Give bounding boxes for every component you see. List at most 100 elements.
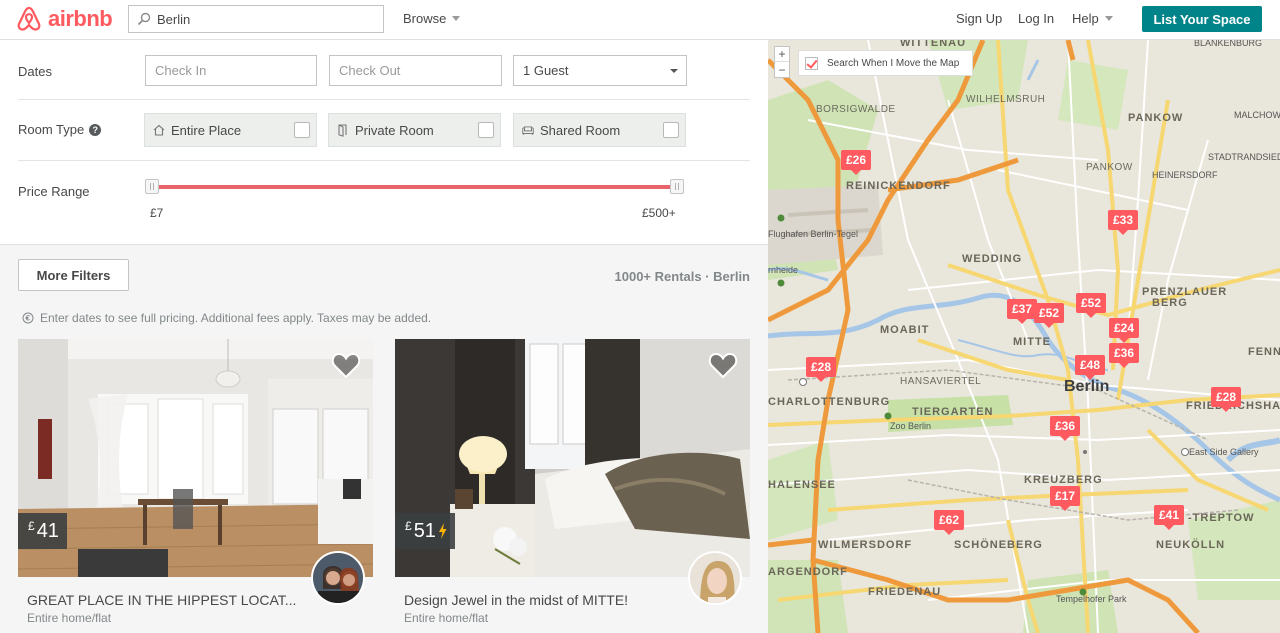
host-avatar[interactable] xyxy=(688,551,742,605)
map-label: WITTENAU xyxy=(900,40,967,49)
divider xyxy=(18,99,750,100)
zoom-out-button[interactable]: − xyxy=(775,62,789,77)
sign-up-link[interactable]: Sign Up xyxy=(956,11,1002,26)
map-label: STADTRANDSIEDLUNG xyxy=(1208,152,1280,162)
home-icon xyxy=(153,124,165,136)
map-price-pin[interactable]: £62 xyxy=(934,510,965,535)
map-label: REINICKENDORF xyxy=(846,180,951,192)
room-type-shared-room[interactable]: Shared Room xyxy=(513,113,686,147)
filters-panel: Dates Check In Check Out 1 Guest Room Ty… xyxy=(0,40,768,245)
host-photo xyxy=(313,553,363,603)
map-label: FRIEDENAU xyxy=(868,586,942,598)
airbnb-logo-icon xyxy=(17,6,41,31)
divider xyxy=(18,160,750,161)
browse-label: Browse xyxy=(403,11,447,26)
search-icon xyxy=(137,12,151,26)
map-price-pin[interactable]: £24 xyxy=(1109,318,1140,343)
map-price-pin[interactable]: £26 xyxy=(841,150,872,175)
map-label: MITTE xyxy=(1013,336,1051,348)
list-your-space-button[interactable]: List Your Space xyxy=(1142,6,1262,32)
listing-title[interactable]: GREAT PLACE IN THE HIPPEST LOCAT... xyxy=(27,592,296,608)
heart-icon[interactable] xyxy=(331,351,361,379)
map-label: MOABIT xyxy=(880,324,930,336)
map-label: ARGENDORF xyxy=(768,566,848,578)
help-icon[interactable]: ? xyxy=(89,123,102,136)
entire-place-checkbox[interactable] xyxy=(294,122,310,138)
guests-value: 1 Guest xyxy=(523,63,569,78)
map-label: Tempelhofer Park xyxy=(1056,594,1127,604)
guests-select[interactable]: 1 Guest xyxy=(513,55,687,86)
map-price-pin[interactable]: £33 xyxy=(1108,210,1139,235)
door-icon xyxy=(338,124,347,137)
map-label: HALENSEE xyxy=(768,479,836,491)
help-label: Help xyxy=(1072,11,1099,26)
search-when-move-toggle[interactable]: Search When I Move the Map xyxy=(798,50,973,76)
map-price-pin[interactable]: £41 xyxy=(1154,505,1185,530)
listing-photo[interactable]: £ 51 xyxy=(395,339,750,577)
listing-photo-image xyxy=(18,339,373,577)
map-label: PANKOW xyxy=(1086,162,1133,173)
price-max-handle[interactable] xyxy=(670,179,684,194)
map-panel[interactable]: WITTENAU BLANKENBURG BORSIGWALDE WILHELM… xyxy=(768,40,1280,633)
map-price-pin[interactable]: £36 xyxy=(1109,343,1140,368)
map-label: BORSIGWALDE xyxy=(816,104,896,115)
room-type-label-text: Private Room xyxy=(355,122,434,138)
listing-photo[interactable]: £ 41 xyxy=(18,339,373,577)
room-type-private-room[interactable]: Private Room xyxy=(328,113,501,147)
map-price-pin[interactable]: £28 xyxy=(1211,387,1242,412)
room-type-entire-place[interactable]: Entire Place xyxy=(144,113,317,147)
map-price-pin[interactable]: £36 xyxy=(1050,416,1081,441)
zoom-in-button[interactable]: + xyxy=(775,47,789,62)
map-label: Flughafen Berlin-Tegel xyxy=(768,229,859,239)
map-label: -TREPTOW xyxy=(1188,512,1255,524)
price-note: Enter dates to see full pricing. Additio… xyxy=(22,311,431,325)
search-when-move-checkbox[interactable] xyxy=(805,56,818,70)
map-price-pin[interactable]: £28 xyxy=(806,357,837,382)
currency-info-icon xyxy=(22,312,34,324)
listing-title[interactable]: Design Jewel in the midst of MITTE! xyxy=(404,592,628,608)
private-room-checkbox[interactable] xyxy=(478,122,494,138)
more-filters-button[interactable]: More Filters xyxy=(18,259,129,291)
map-label: MALCHOW xyxy=(1234,110,1280,120)
map-price-pin[interactable]: £37 xyxy=(1007,299,1038,324)
chevron-down-icon xyxy=(670,69,678,73)
price-amount: 41 xyxy=(36,519,59,542)
check-in-field[interactable]: Check In xyxy=(145,55,317,86)
room-type-label: Room Type ? xyxy=(18,122,102,137)
sofa-icon xyxy=(522,126,534,135)
currency-symbol: £ xyxy=(28,519,35,533)
host-avatar[interactable] xyxy=(311,551,365,605)
airbnb-logo[interactable]: airbnb xyxy=(16,5,113,33)
price-min-handle[interactable] xyxy=(145,179,159,194)
map-label: WILHELMSRUH xyxy=(966,94,1046,105)
map-label: East Side Gallery xyxy=(1189,447,1259,457)
price-range-slider[interactable] xyxy=(152,185,678,189)
price-tag: £ 41 xyxy=(18,513,67,549)
search-value: Berlin xyxy=(157,11,191,27)
price-tag: £ 51 xyxy=(395,513,455,549)
search-input[interactable]: Berlin xyxy=(128,5,384,33)
browse-dropdown[interactable]: Browse xyxy=(403,11,461,26)
map-label: NEUKÖLLN xyxy=(1156,539,1226,551)
listing-card[interactable]: £ 41 GREAT PLACE IN THE HIPPEST LOCAT...… xyxy=(18,339,373,633)
map-label: rnheide xyxy=(768,265,799,275)
heart-icon[interactable] xyxy=(708,351,738,379)
log-in-link[interactable]: Log In xyxy=(1018,11,1054,26)
logo-text: airbnb xyxy=(48,6,113,31)
map-label: Berlin xyxy=(1064,378,1110,395)
check-out-field[interactable]: Check Out xyxy=(329,55,502,86)
instant-book-icon xyxy=(438,523,447,539)
help-dropdown[interactable]: Help xyxy=(1072,11,1113,26)
map-price-pin[interactable]: £52 xyxy=(1034,303,1065,328)
map-price-pin[interactable]: £48 xyxy=(1075,355,1106,380)
host-photo xyxy=(690,553,740,603)
shared-room-checkbox[interactable] xyxy=(663,122,679,138)
map-label: FENNP xyxy=(1248,346,1280,358)
map-zoom-control: + − xyxy=(774,46,790,78)
listing-room-type: Entire home/flat xyxy=(404,611,489,625)
map-price-pin[interactable]: £17 xyxy=(1050,486,1081,511)
price-note-text: Enter dates to see full pricing. Additio… xyxy=(40,311,432,325)
map-price-pin[interactable]: £52 xyxy=(1076,293,1107,318)
chevron-down-icon xyxy=(452,16,461,21)
listing-card[interactable]: £ 51 Design Jewel in the midst of MITTE!… xyxy=(395,339,750,633)
